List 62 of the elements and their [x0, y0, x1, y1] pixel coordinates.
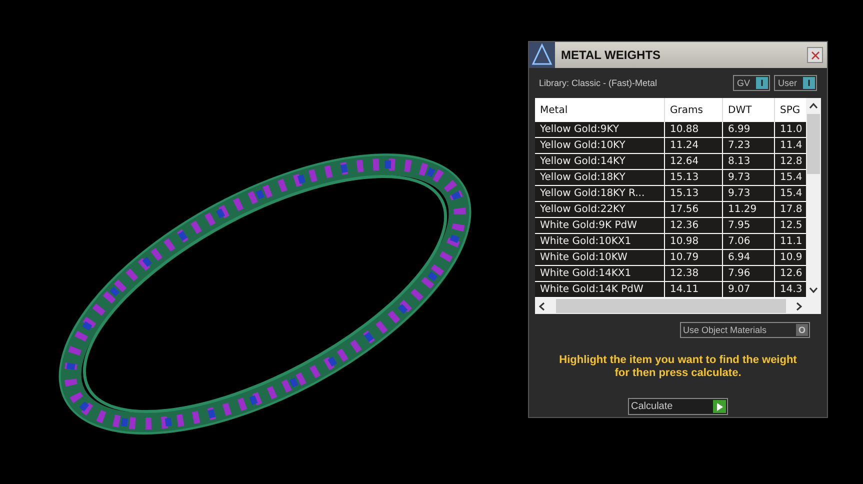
table-cell: Yellow Gold:14KY — [535, 154, 665, 170]
table-cell: White Gold:14K PdW — [535, 282, 665, 298]
table-cell: 9.73 — [723, 170, 775, 186]
table-cell: 12.6 — [775, 266, 806, 282]
pyramid-icon — [529, 42, 555, 68]
table-cell: 17.56 — [665, 202, 723, 218]
table-cell: White Gold:10KW — [535, 250, 665, 266]
table-cell: 6.99 — [723, 122, 775, 138]
table-cell: 11.29 — [723, 202, 775, 218]
close-icon — [810, 50, 820, 60]
table-cell: 15.4 — [775, 170, 806, 186]
table-cell: 7.23 — [723, 138, 775, 154]
use-object-materials-toggle[interactable]: Use Object Materials O — [680, 322, 810, 338]
table-cell: White Gold:9K PdW — [535, 218, 665, 234]
table-cell: 12.36 — [665, 218, 723, 234]
table-cell: 9.73 — [723, 186, 775, 202]
table-cell: Yellow Gold:18KY — [535, 170, 665, 186]
table-cell: 10.9 — [775, 250, 806, 266]
panel-title: METAL WEIGHTS — [561, 48, 662, 62]
table-cell: 10.98 — [665, 234, 723, 250]
toggle-knob: O — [796, 324, 808, 336]
vertical-scrollbar[interactable] — [806, 98, 821, 298]
horizontal-scrollbar[interactable] — [535, 298, 806, 314]
table-cell: 11.0 — [775, 122, 806, 138]
table-cell: Yellow Gold:18KY R... — [535, 186, 665, 202]
table-cell: White Gold:14KX1 — [535, 266, 665, 282]
table-cell: 10.79 — [665, 250, 723, 266]
table-cell: White Gold:10KX1 — [535, 234, 665, 250]
table-cell: 8.13 — [723, 154, 775, 170]
up-chevron-icon — [809, 103, 818, 109]
table-cell: 14.3 — [775, 282, 806, 298]
close-button[interactable] — [807, 47, 823, 63]
table-cell: Yellow Gold:10KY — [535, 138, 665, 154]
table-cell: 11.24 — [665, 138, 723, 154]
table-cell: 12.5 — [775, 218, 806, 234]
table-cell: 15.13 — [665, 170, 723, 186]
toggle-knob: I — [756, 77, 768, 89]
table-cell: 12.38 — [665, 266, 723, 282]
table-cell: Yellow Gold:22KY — [535, 202, 665, 218]
table-cell: 17.8 — [775, 202, 806, 218]
table-cell: 11.1 — [775, 234, 806, 250]
play-icon — [716, 402, 722, 410]
toggle-button[interactable]: User I — [774, 75, 817, 91]
down-chevron-icon — [809, 287, 818, 293]
toggle-button[interactable]: GV I — [732, 75, 770, 91]
table-cell: 7.96 — [723, 266, 775, 282]
table-cell: 10.88 — [665, 122, 723, 138]
calculate-button[interactable]: Calculate — [628, 398, 728, 415]
library-label: Library: Classic - (Fast)-Metal — [539, 78, 658, 88]
table-cell: 9.07 — [723, 282, 775, 298]
table-cell: 11.4 — [775, 138, 806, 154]
table-cell: 7.95 — [723, 218, 775, 234]
toggle-knob: I — [803, 77, 815, 89]
table-cell: 15.13 — [665, 186, 723, 202]
table-cell: 12.8 — [775, 154, 806, 170]
table-cell: 15.4 — [775, 186, 806, 202]
table-cell: Yellow Gold:9KY — [535, 122, 665, 138]
table-cell: 12.64 — [665, 154, 723, 170]
table-cell: 14.11 — [665, 282, 723, 298]
hint-text: Highlight the item you want to find the weight for then press calculate. — [558, 354, 798, 380]
table-cell: 6.94 — [723, 250, 775, 266]
table-cell: 7.06 — [723, 234, 775, 250]
